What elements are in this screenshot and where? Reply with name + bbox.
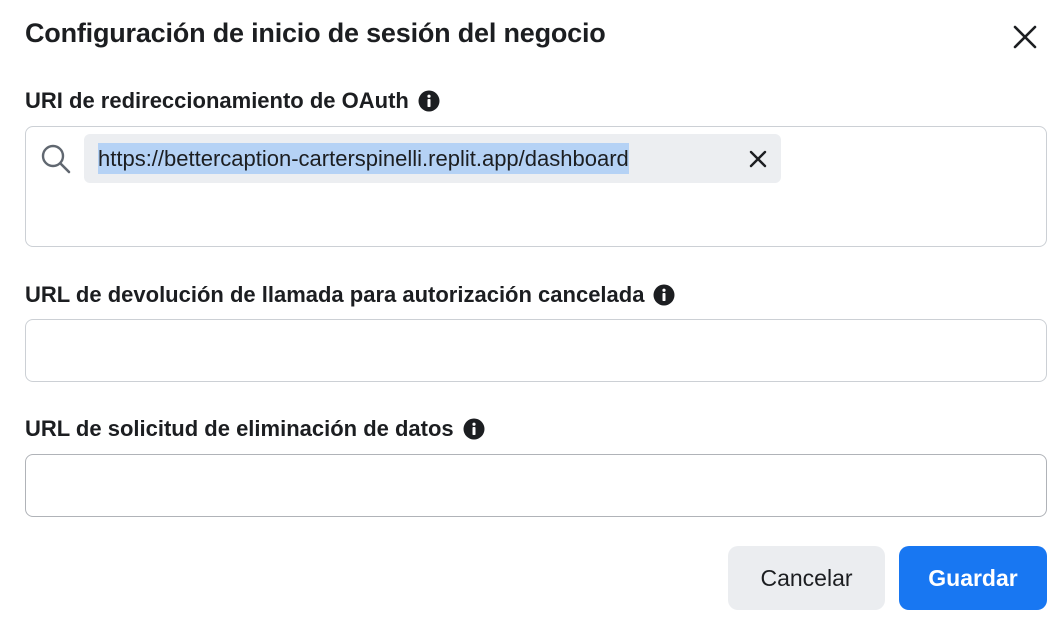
deauth-callback-field-container xyxy=(25,319,1047,382)
url-token[interactable]: https://bettercaption-carterspinelli.rep… xyxy=(84,134,781,183)
deauth-callback-input[interactable] xyxy=(26,320,1046,381)
oauth-redirect-label-row: URI de redireccionamiento de OAuth xyxy=(25,88,440,114)
oauth-redirect-label: URI de redireccionamiento de OAuth xyxy=(25,88,409,113)
deauth-callback-label: URL de devolución de llamada para autori… xyxy=(25,282,645,307)
close-icon xyxy=(1013,25,1037,49)
info-icon[interactable] xyxy=(463,418,485,440)
remove-token-button[interactable] xyxy=(747,148,769,170)
url-token-text[interactable]: https://bettercaption-carterspinelli.rep… xyxy=(98,142,629,175)
data-deletion-field-container xyxy=(25,454,1047,517)
save-button[interactable]: Guardar xyxy=(899,546,1047,610)
close-icon xyxy=(749,150,767,168)
close-dialog-button[interactable] xyxy=(1008,20,1042,54)
search-icon xyxy=(40,143,72,175)
data-deletion-label-row: URL de solicitud de eliminación de datos xyxy=(25,416,485,442)
dialog-title: Configuración de inicio de sesión del ne… xyxy=(25,18,606,48)
oauth-redirect-input[interactable]: https://bettercaption-carterspinelli.rep… xyxy=(25,126,1047,247)
data-deletion-input[interactable] xyxy=(26,455,1046,516)
info-icon[interactable] xyxy=(653,284,675,306)
data-deletion-label: URL de solicitud de eliminación de datos xyxy=(25,416,454,441)
deauth-callback-label-row: URL de devolución de llamada para autori… xyxy=(25,282,675,308)
cancel-button[interactable]: Cancelar xyxy=(728,546,885,610)
info-icon[interactable] xyxy=(418,90,440,112)
